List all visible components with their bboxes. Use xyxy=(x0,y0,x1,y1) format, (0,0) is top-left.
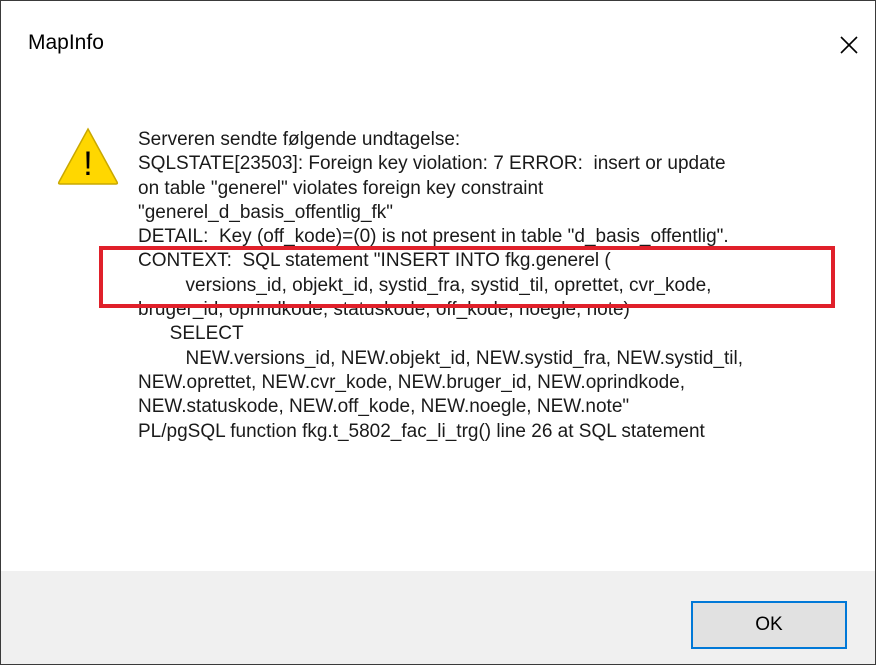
highlight-box xyxy=(99,246,835,308)
message-line: SELECT xyxy=(138,323,244,345)
message-line: NEW.oprettet, NEW.cvr_kode, NEW.bruger_i… xyxy=(138,371,686,393)
close-button[interactable] xyxy=(823,19,875,71)
window-title: MapInfo xyxy=(28,31,104,54)
warning-icon: ! xyxy=(57,127,119,185)
dialog-content: ! Serveren sendte følgende undtagelse: S… xyxy=(1,91,875,571)
message-line: Serveren sendte følgende undtagelse: xyxy=(138,129,461,150)
title-bar: MapInfo xyxy=(1,1,875,91)
warning-symbol: ! xyxy=(83,145,92,183)
message-line: SQLSTATE[23503]: Foreign key violation: … xyxy=(138,153,726,175)
message-line: "generel_d_basis_offentlig_fk" xyxy=(138,201,394,223)
message-line: NEW.statuskode, NEW.off_kode, NEW.noegle… xyxy=(138,396,630,418)
ok-button[interactable]: OK xyxy=(691,601,847,649)
message-line: on table "generel" violates foreign key … xyxy=(138,177,544,199)
dialog-footer: OK xyxy=(1,571,875,664)
error-dialog: MapInfo ! Serveren sendte følgende undta… xyxy=(0,0,876,665)
close-icon xyxy=(840,36,858,54)
message-line: PL/pgSQL function fkg.t_5802_fac_li_trg(… xyxy=(138,420,705,442)
message-line: NEW.versions_id, NEW.objekt_id, NEW.syst… xyxy=(138,347,744,369)
